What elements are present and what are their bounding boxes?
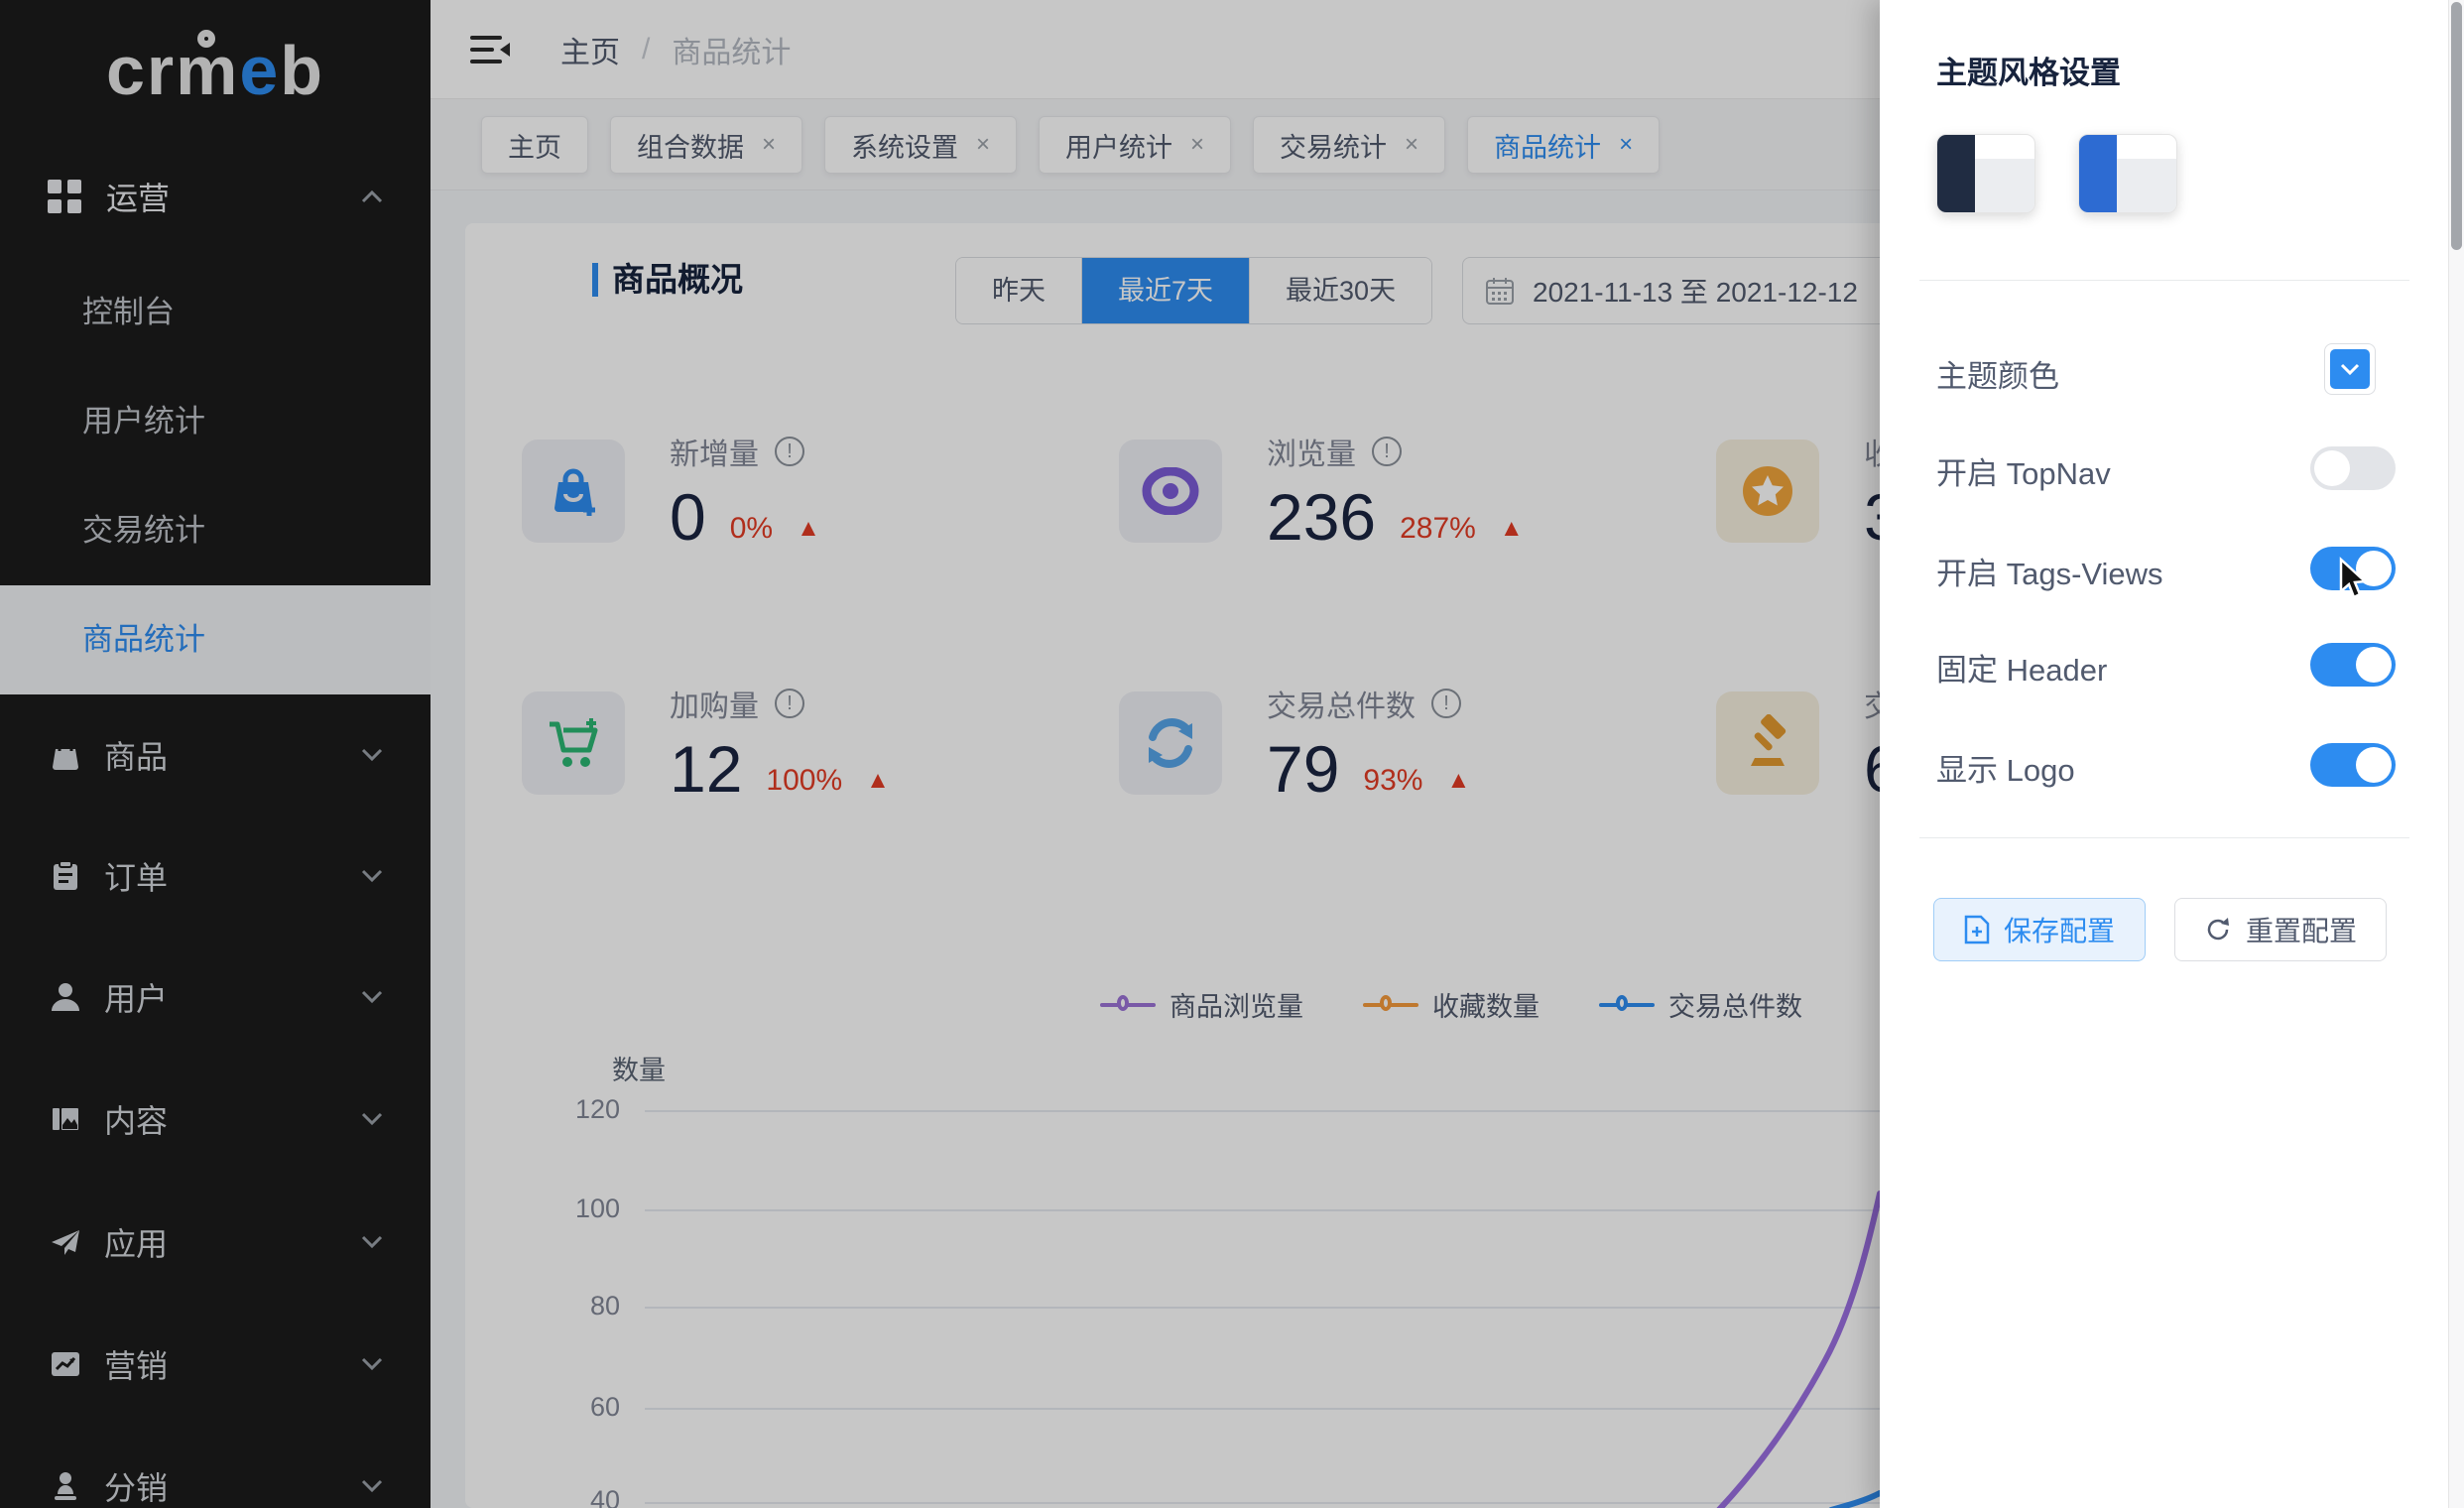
fixed-header-label: 固定 Header	[1936, 645, 2107, 690]
drawer-title: 主题风格设置	[1936, 48, 2121, 92]
divider	[1919, 837, 2409, 838]
tags-views-label: 开启 Tags-Views	[1936, 549, 2163, 593]
refresh-icon	[2204, 916, 2232, 943]
theme-thumb-body	[2117, 159, 2177, 213]
toggle-knob	[2356, 747, 2392, 783]
theme-thumb-body	[1975, 159, 2035, 213]
divider	[1919, 280, 2409, 281]
theme-settings-drawer: 主题风格设置 主题颜色 开启 TopNav 开启 Tags-Views 固定 H…	[1880, 0, 2464, 1508]
save-config-button[interactable]: 保存配置	[1933, 898, 2146, 961]
show-logo-toggle[interactable]	[2310, 743, 2396, 787]
save-file-icon	[1964, 915, 1990, 944]
toggle-knob	[2356, 647, 2392, 683]
reset-config-button[interactable]: 重置配置	[2174, 898, 2387, 961]
toggle-knob	[2314, 450, 2350, 486]
theme-thumb-sidebar	[1937, 135, 1975, 213]
topnav-toggle[interactable]	[2310, 446, 2396, 490]
theme-option-dark-sidebar[interactable]	[1936, 134, 2035, 213]
modal-overlay[interactable]	[0, 0, 1880, 1508]
topnav-label: 开启 TopNav	[1936, 448, 2111, 493]
crmeb-admin-app: crmeb 运营 控制台 用户统计 交易统计 商品统计 商品	[0, 0, 2464, 1508]
fixed-header-toggle[interactable]	[2310, 643, 2396, 687]
scrollbar-thumb[interactable]	[2451, 2, 2462, 250]
color-swatch-blue	[2330, 349, 2370, 389]
chevron-down-icon	[2340, 363, 2360, 376]
page-scrollbar	[2448, 0, 2464, 1508]
theme-color-label: 主题颜色	[1936, 351, 2059, 396]
theme-color-select[interactable]	[2324, 343, 2376, 395]
theme-thumb-sidebar	[2079, 135, 2117, 213]
theme-option-blue-sidebar[interactable]	[2078, 134, 2177, 213]
show-logo-label: 显示 Logo	[1936, 745, 2075, 790]
mouse-cursor	[2327, 552, 2371, 601]
